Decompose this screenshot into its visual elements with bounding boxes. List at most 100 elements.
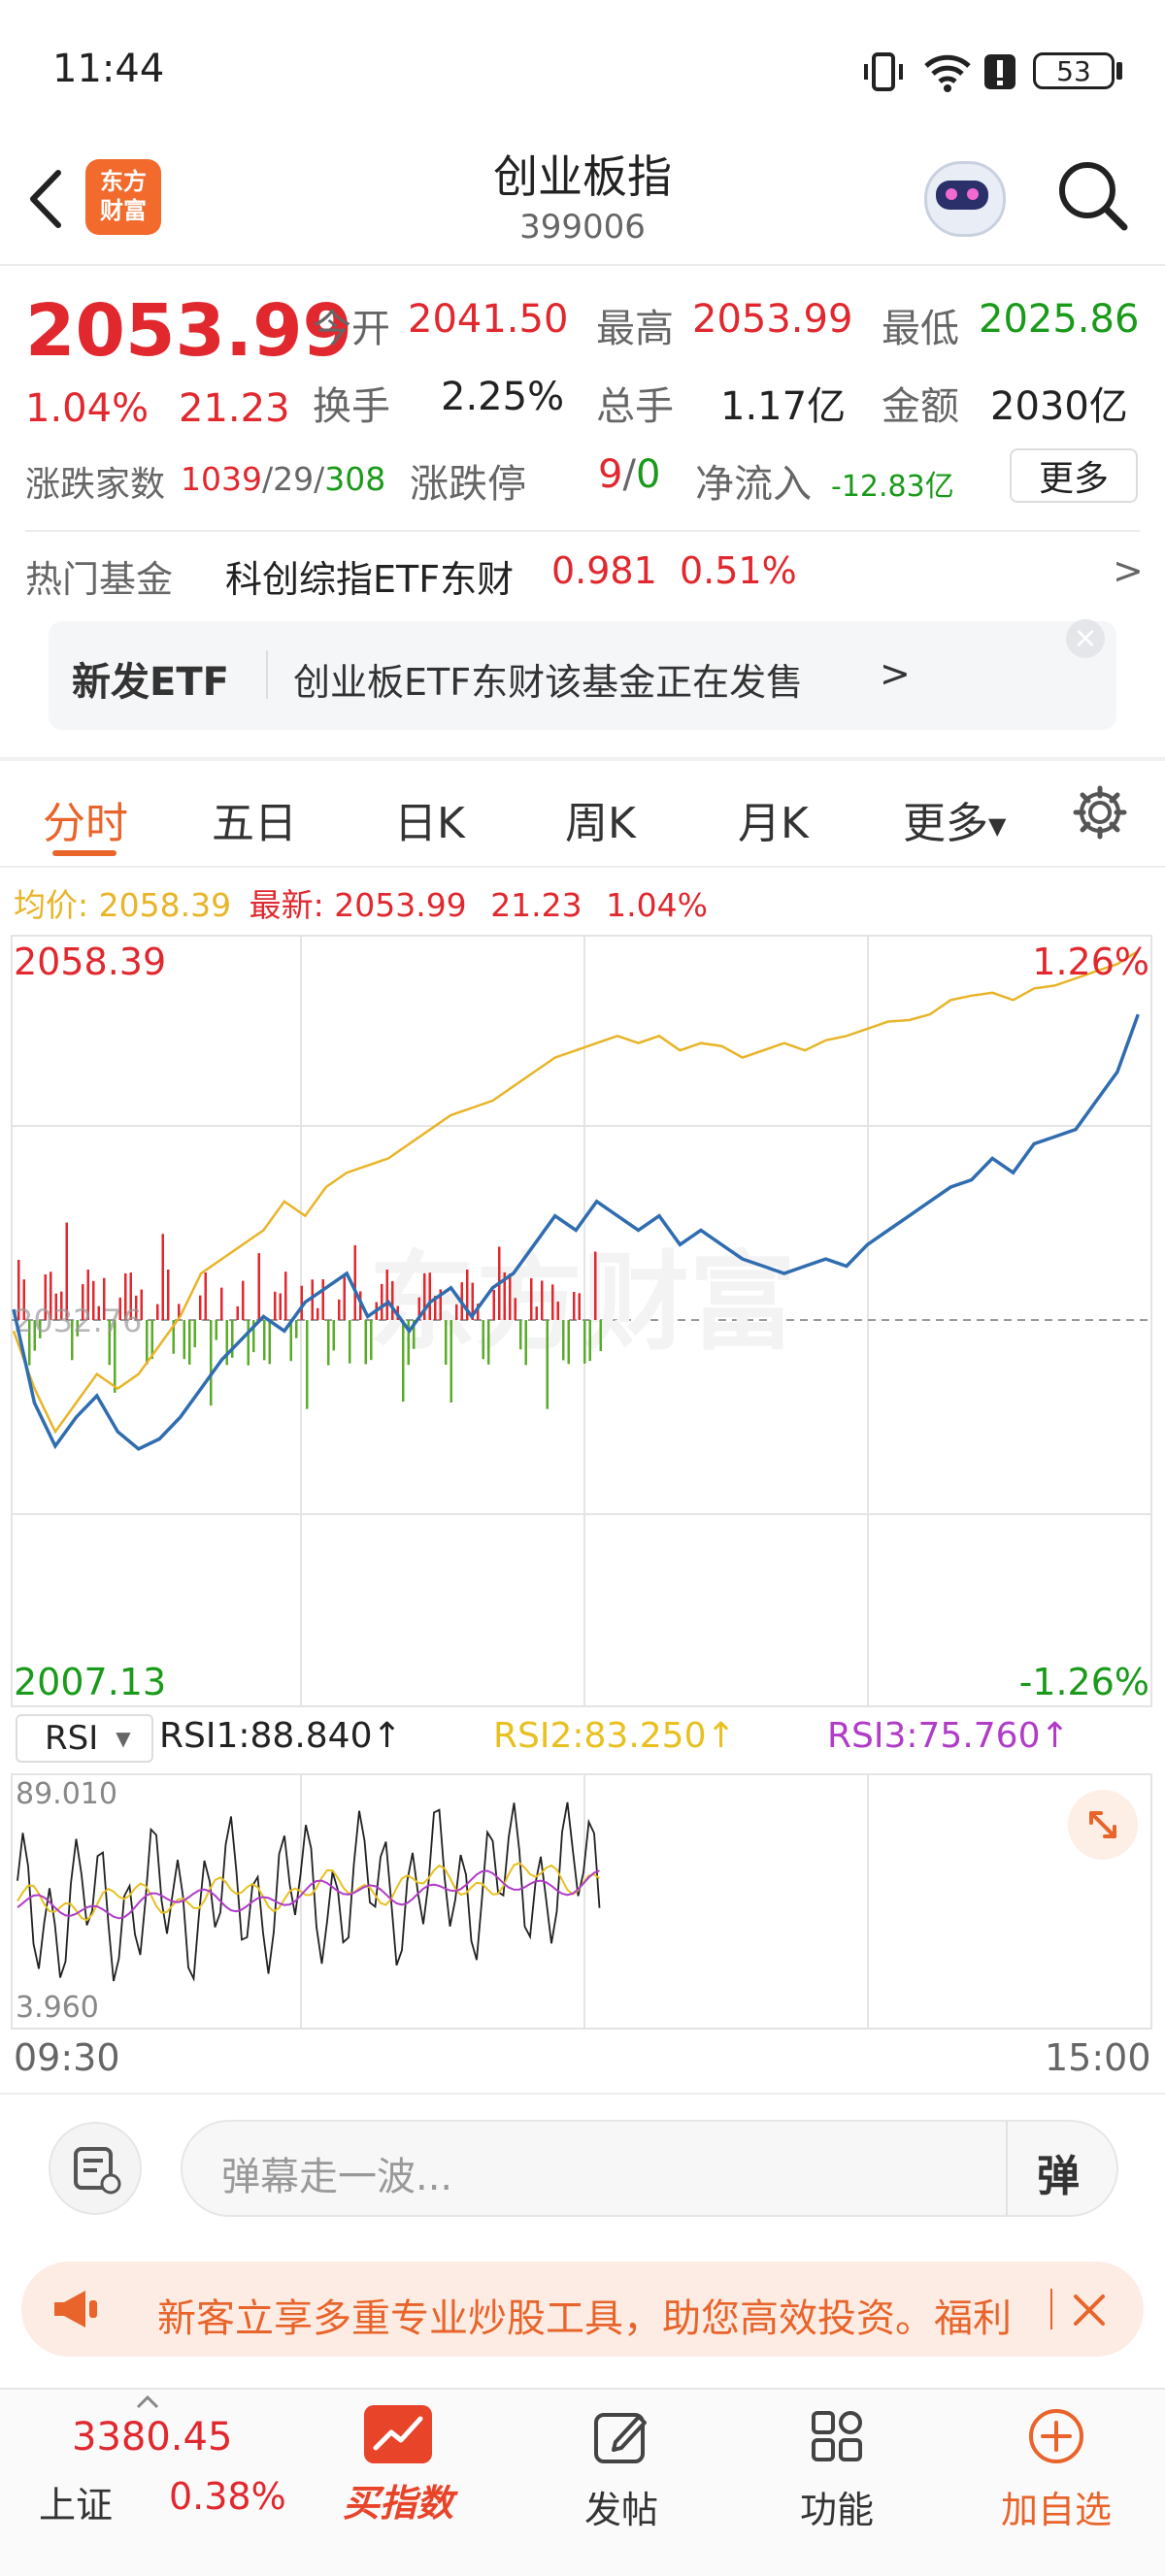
volume-bar	[556, 1301, 559, 1320]
rsi-top-label: 89.010	[16, 1777, 117, 1811]
volume-bar	[599, 1320, 602, 1351]
rsi1-value: RSI1:88.840↑	[159, 1716, 402, 1756]
time-end-label: 15:00	[1045, 2036, 1151, 2079]
breadth-label: 涨跌家数	[25, 465, 166, 505]
volume-bar	[578, 1293, 581, 1320]
volume-bar	[541, 1280, 544, 1320]
volume-bar	[492, 1289, 495, 1320]
more-button[interactable]: 更多	[1010, 448, 1138, 503]
etf-banner[interactable]: 新发ETF 创业板ETF东财该基金正在发售 >	[49, 621, 1116, 730]
volume-bar	[370, 1320, 373, 1361]
tab-more[interactable]: 更多▼	[903, 788, 1006, 850]
tab-monthly-k[interactable]: 月K	[738, 788, 809, 850]
comment-list-button[interactable]	[49, 2122, 142, 2215]
volume-bar	[562, 1320, 565, 1361]
danmu-toggle[interactable]: 弹	[1037, 2141, 1080, 2203]
hot-fund-row[interactable]: 热门基金 科创综指ETF东财 0.981 0.51% >	[0, 544, 1165, 602]
volume-bar	[183, 1320, 185, 1360]
comment-input[interactable]: 弹幕走一波... 弹	[181, 2120, 1118, 2217]
volume-bar	[514, 1298, 516, 1320]
buy-index-button[interactable]: 买指数	[320, 2405, 476, 2526]
volume-bar	[242, 1280, 245, 1320]
volume-bar	[306, 1320, 309, 1409]
netflow-label: 净流入	[695, 462, 812, 507]
volume-bar	[428, 1272, 431, 1320]
avg-label: 均价:	[14, 886, 89, 924]
caret-up-icon	[136, 2395, 159, 2409]
volume-bar	[295, 1320, 298, 1338]
volume-bar	[257, 1253, 260, 1320]
search-icon[interactable]	[1054, 157, 1132, 235]
add-watchlist-button[interactable]: 加自选	[979, 2405, 1134, 2533]
plus-circle-icon	[1029, 2409, 1083, 2463]
hot-fund-name: 科创综指ETF东财	[225, 558, 515, 601]
hot-fund-pct: 0.51%	[680, 549, 797, 592]
volume-bar	[455, 1304, 458, 1320]
rsi-chart[interactable]: 89.010 3.960	[0, 1770, 1165, 2031]
promo-banner[interactable]: 新客立享多重专业炒股工具，助您高效投资。福利	[21, 2262, 1144, 2357]
rsi2-value: RSI2:83.250↑	[493, 1716, 736, 1756]
expand-chart-icon[interactable]	[1068, 1790, 1138, 1860]
rsi-selector[interactable]: RSI ▼	[16, 1714, 153, 1763]
change-percent: 1.04%	[25, 386, 150, 431]
volume-bar	[210, 1320, 213, 1406]
pct-bottom-label: -1.26%	[1019, 1661, 1149, 1703]
open-value: 2041.50	[408, 297, 569, 342]
vibrate-icon	[864, 52, 903, 91]
volume-bar	[236, 1305, 239, 1320]
amount-label: 金额	[882, 384, 959, 429]
volume-bar	[215, 1320, 217, 1340]
volume-bar	[204, 1271, 207, 1320]
latest-label: 最新:	[249, 886, 324, 924]
volume-bar	[220, 1287, 223, 1320]
volume-bar	[381, 1283, 383, 1320]
time-start-label: 09:30	[14, 2036, 120, 2079]
hot-fund-arrow-icon: >	[1113, 549, 1144, 592]
volume-bar	[268, 1320, 271, 1365]
promo-close-icon[interactable]	[1070, 2291, 1109, 2329]
pct-top-label: 1.26%	[1032, 941, 1149, 983]
etf-banner-close-icon[interactable]: ×	[1066, 619, 1105, 658]
volume-label: 总手	[596, 384, 674, 429]
status-time: 11:44	[52, 47, 165, 91]
pre-close-label: 2032.76	[14, 1303, 142, 1339]
volume-bar	[321, 1279, 324, 1320]
grid-icon	[812, 2411, 862, 2461]
chart-watermark: 东方财富	[369, 1240, 796, 1365]
limit-label: 涨跌停	[410, 462, 526, 507]
volume-bar	[225, 1320, 228, 1366]
tab-five-day[interactable]: 五日	[212, 788, 297, 850]
tab-intraday[interactable]: 分时	[43, 788, 128, 850]
rsi-bottom-label: 3.960	[16, 1991, 99, 2025]
volume-bar	[445, 1320, 448, 1365]
post-button[interactable]: 发帖	[544, 2405, 699, 2533]
tab-active-indicator	[52, 850, 116, 856]
edit-icon	[594, 2413, 647, 2463]
tab-daily-k[interactable]: 日K	[394, 788, 465, 850]
volume-bar	[567, 1320, 570, 1365]
volume-bar	[487, 1320, 490, 1365]
comment-list-icon	[74, 2147, 121, 2195]
volume-bar	[327, 1320, 330, 1366]
volume-bar	[274, 1291, 277, 1320]
volume-bar	[546, 1320, 549, 1409]
volume-bar	[530, 1277, 533, 1320]
volume-bar	[188, 1320, 191, 1365]
low-value: 2025.86	[979, 297, 1140, 342]
features-button[interactable]: 功能	[759, 2405, 915, 2533]
settings-gear-icon[interactable]	[1072, 784, 1128, 841]
breadth-values: 1039/29/308	[181, 460, 386, 498]
volume-bar	[284, 1271, 287, 1320]
intraday-chart[interactable]: 东方财富 2032.76 2058.39 2007.13 1.26% -1.26…	[0, 932, 1165, 1708]
latest-change: 21.23	[490, 886, 582, 924]
etf-banner-text: 创业板ETF东财该基金正在发售	[293, 661, 804, 704]
robot-assistant-icon[interactable]	[918, 155, 1006, 241]
high-label: 最高	[596, 307, 674, 351]
change-value: 21.23	[179, 386, 290, 431]
limit-values: 9/0	[598, 452, 661, 497]
index-ticker[interactable]: 3380.45 上证 0.38%	[39, 2388, 291, 2572]
chevron-down-icon: ▼	[116, 1727, 131, 1750]
turnover-value: 2.25%	[441, 375, 565, 419]
volume-bar	[519, 1320, 522, 1350]
tab-weekly-k[interactable]: 周K	[565, 788, 636, 850]
